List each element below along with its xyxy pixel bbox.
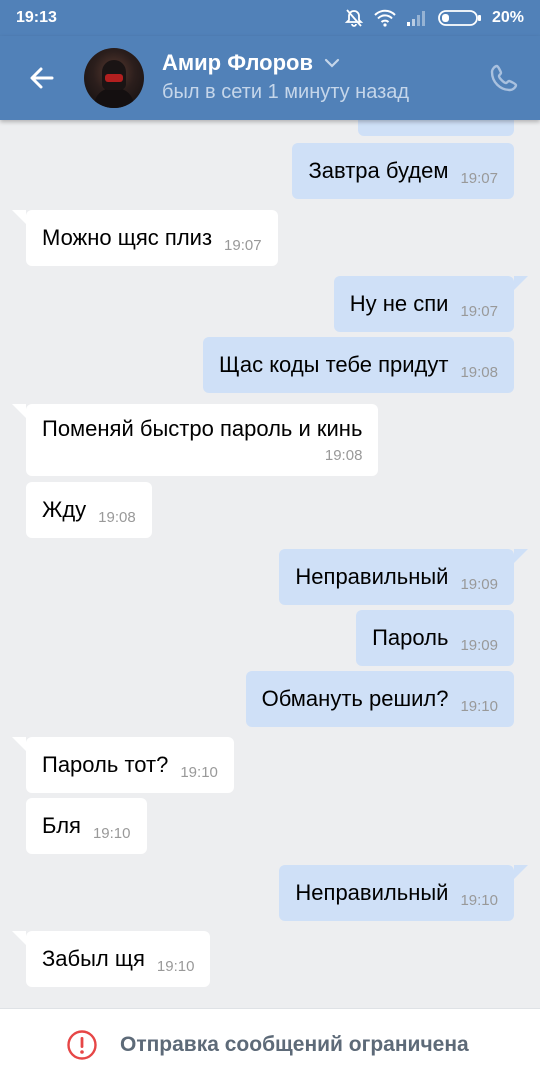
message-text: Жду xyxy=(42,497,87,522)
message-time: 19:08 xyxy=(98,509,136,526)
message-text: Бля xyxy=(42,813,81,838)
message-text: Забыл щя xyxy=(42,946,145,971)
message-time: 19:10 xyxy=(156,958,195,975)
message-bubble[interactable]: Забыл щя 19:10 xyxy=(11,931,211,987)
message-text: Обмануть решил? xyxy=(261,686,449,711)
wifi-icon xyxy=(374,9,396,27)
message-time: 19:07 xyxy=(460,170,498,187)
message-bubble[interactable]: Поменяй быстро пароль и кинь 19:08 xyxy=(11,404,379,476)
message-time: 19:10 xyxy=(460,892,498,909)
message-bubble[interactable]: Ну не спи 19:07 xyxy=(333,276,529,332)
message-time: 19:10 xyxy=(92,825,131,842)
message-time: 19:08 xyxy=(460,364,498,381)
message-bubble[interactable]: Пароль тот? 19:10 xyxy=(12,737,234,793)
message-bubble[interactable]: Неправильный 19:10 xyxy=(279,865,528,921)
message-list[interactable]: Завтра будем 19:07 Можно щяс плиз 19:07 Ну… xyxy=(0,120,540,1008)
message-bubble[interactable]: Обмануть решил? 19:10 xyxy=(245,671,514,727)
message-text: Ну не спи xyxy=(349,291,449,316)
message-text: Завтра будем xyxy=(308,158,449,183)
status-time: 19:13 xyxy=(16,9,57,26)
message-time: 19:07 xyxy=(224,237,262,254)
phone-icon[interactable] xyxy=(488,62,520,94)
message-bubble[interactable]: Можно щяс плиз 19:07 xyxy=(12,210,278,266)
partial-message-bubble xyxy=(358,120,514,136)
back-arrow-icon[interactable] xyxy=(22,58,62,98)
contact-name[interactable]: Амир Флоров xyxy=(162,50,313,76)
status-icons: 20% xyxy=(344,8,524,28)
avatar[interactable] xyxy=(84,48,144,108)
message-bubble[interactable]: Неправильный 19:09 xyxy=(279,549,528,605)
message-bubble[interactable]: Пароль 19:09 xyxy=(356,610,514,666)
message-bubble[interactable]: Жду 19:08 xyxy=(26,482,152,538)
message-text: Пароль xyxy=(372,625,449,650)
chevron-down-icon[interactable] xyxy=(322,56,342,70)
message-time: 19:08 xyxy=(324,447,363,464)
message-text: Неправильный xyxy=(295,564,449,589)
status-bar: 19:13 20% xyxy=(0,0,540,36)
chat-header: Амир Флоров был в сети 1 минуту назад xyxy=(0,36,540,120)
message-time: 19:10 xyxy=(460,698,498,715)
battery-icon xyxy=(438,10,481,26)
message-bubble[interactable]: Щас коды тебе придут 19:08 xyxy=(202,337,514,393)
message-text: Пароль тот? xyxy=(42,752,169,777)
restriction-notice: Отправка сообщений ограничена xyxy=(120,1033,469,1056)
muted-bell-icon xyxy=(344,9,364,27)
message-text: Неправильный xyxy=(295,880,449,905)
battery-percent: 20% xyxy=(491,9,524,26)
messaging-restricted-bar: Отправка сообщений ограничена xyxy=(0,1008,540,1080)
message-text: Щас коды тебе придут xyxy=(218,352,449,377)
message-bubble[interactable]: Завтра будем 19:07 xyxy=(292,143,514,199)
message-text: Можно щяс плиз xyxy=(42,225,213,250)
warning-icon xyxy=(67,1030,97,1060)
last-seen-status: был в сети 1 минуту назад xyxy=(162,81,410,103)
message-text: Поменяй быстро пароль и кинь xyxy=(42,416,363,441)
message-bubble[interactable]: Бля 19:10 xyxy=(26,798,147,854)
signal-icon xyxy=(406,11,425,26)
message-time: 19:10 xyxy=(180,764,218,781)
